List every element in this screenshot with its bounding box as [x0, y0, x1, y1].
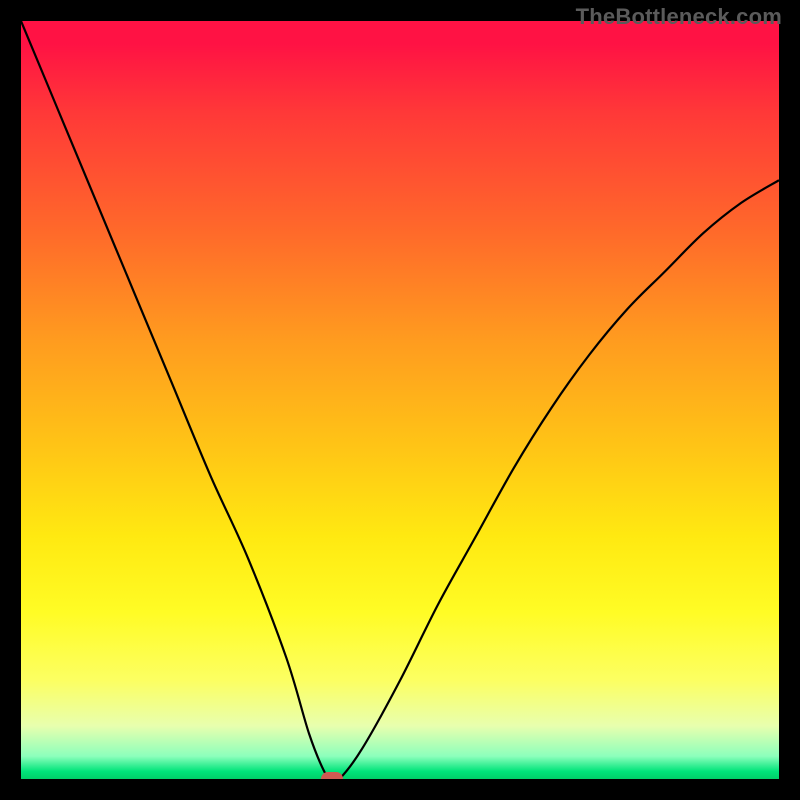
curve-path	[21, 21, 779, 779]
bottleneck-curve	[21, 21, 779, 779]
chart-frame: TheBottleneck.com	[0, 0, 800, 800]
minimum-marker	[321, 772, 343, 779]
plot-area	[21, 21, 779, 779]
watermark-label: TheBottleneck.com	[576, 4, 782, 30]
